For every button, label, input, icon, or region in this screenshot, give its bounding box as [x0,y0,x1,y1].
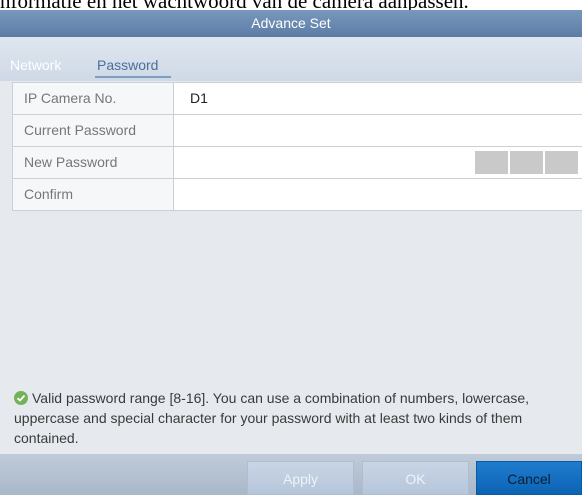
tab-bar: Network Password [0,37,582,81]
strength-segment [545,151,578,174]
tab-password[interactable]: Password [97,57,158,73]
password-strength-meter [473,151,578,174]
strength-segment [510,151,543,174]
confirm-label: Confirm [12,179,174,210]
strength-segment [475,151,508,174]
form-row-ip-camera: IP Camera No. D1 [12,83,582,115]
new-password-field[interactable] [174,147,582,178]
password-hint-text: Valid password range [8-16]. You can use… [14,390,530,446]
cancel-button[interactable]: Cancel [476,461,582,495]
tab-network[interactable]: Network [10,57,61,73]
password-form: IP Camera No. D1 Current Password New Pa… [12,82,582,211]
button-bar: Apply OK Cancel [0,454,582,495]
new-password-label: New Password [12,147,174,178]
ip-camera-value: D1 [174,83,582,114]
advance-set-dialog: Advance Set Network Password IP Camera N… [0,10,582,495]
form-row-current-password: Current Password [12,115,582,147]
form-row-new-password: New Password [12,147,582,179]
ip-camera-label: IP Camera No. [12,83,174,114]
dialog-title: Advance Set [0,10,582,37]
password-hint: Valid password range [8-16]. You can use… [14,388,574,448]
apply-button[interactable]: Apply [247,461,354,495]
check-circle-icon [14,391,28,405]
active-tab-indicator [95,76,171,78]
current-password-field[interactable] [174,115,582,146]
ok-button[interactable]: OK [362,461,469,495]
form-row-confirm: Confirm [12,179,582,211]
current-password-label: Current Password [12,115,174,146]
confirm-password-field[interactable] [174,179,582,210]
